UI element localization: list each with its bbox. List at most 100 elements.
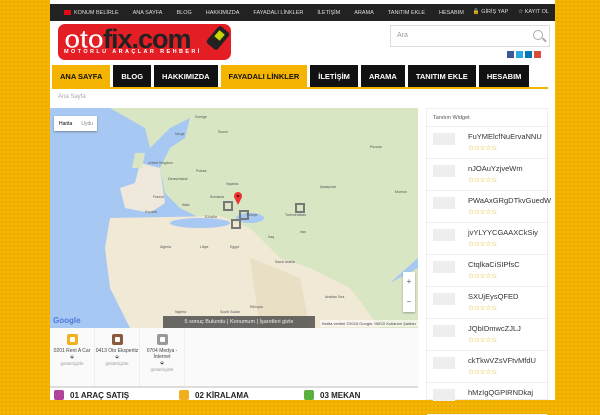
- map[interactable]: Sverige Suomi Norge United Kingdom Polsk…: [50, 108, 418, 328]
- nav-hakkimizda[interactable]: HAKKIMIZDA: [154, 65, 218, 88]
- topbar-link[interactable]: FAYADALI LİNKLER: [253, 10, 303, 16]
- map-label: Ethiopia: [250, 305, 263, 309]
- item-name[interactable]: CtqlkaCiSIPfsC: [468, 260, 520, 269]
- legend-item[interactable]: 0413 Oto Ekspertiz ⬙ göster/gizle: [95, 328, 140, 386]
- thumbnail[interactable]: [433, 293, 455, 305]
- zoom-out-button[interactable]: −: [403, 292, 415, 312]
- nav-blog[interactable]: BLOG: [113, 65, 152, 88]
- thumbnail[interactable]: [433, 229, 455, 241]
- star-rating: ☆☆☆☆☆: [468, 145, 497, 152]
- thumbnail[interactable]: [433, 133, 455, 145]
- widget-item[interactable]: FuYMElcfNuErvaNNU ☆☆☆☆☆: [427, 127, 547, 159]
- widget-item[interactable]: PWaAxGRgDTkvGuedW ☆☆☆☆☆: [427, 191, 551, 223]
- zoom-in-button[interactable]: +: [403, 272, 415, 292]
- category-kiralama[interactable]: 02 KİRALAMA: [175, 390, 300, 400]
- item-name[interactable]: jvYLYYCGAAXCkSiy: [468, 228, 538, 237]
- widget-item[interactable]: JQbIDmwcZJLJ ☆☆☆☆☆: [427, 319, 547, 351]
- map-label: Монгол: [395, 190, 407, 194]
- linkedin-icon[interactable]: [525, 51, 532, 58]
- thumbnail[interactable]: [433, 389, 455, 401]
- nav-underline: [52, 87, 548, 89]
- map-label: España: [145, 210, 157, 214]
- search-input[interactable]: Ara: [390, 25, 550, 47]
- map-type-harita[interactable]: Harita: [59, 121, 72, 127]
- map-label: Türkiye: [246, 213, 258, 217]
- map-label: Россия: [370, 145, 382, 149]
- map-label: Norge: [175, 132, 185, 136]
- facebook-icon[interactable]: [507, 51, 514, 58]
- toggle-icon[interactable]: ⬙: [50, 354, 94, 360]
- twitter-icon[interactable]: [516, 51, 523, 58]
- item-name[interactable]: hMzIgQGPIRNDkaj: [468, 388, 533, 397]
- topbar-link[interactable]: ANA SAYFA: [133, 10, 163, 16]
- thumbnail[interactable]: [433, 357, 455, 369]
- map-attribution[interactable]: Harita verileri ©2015 Google, INEGI Kull…: [319, 320, 418, 327]
- widget-item[interactable]: jvYLYYCGAAXCkSiy ☆☆☆☆☆: [427, 223, 547, 255]
- thumbnail[interactable]: [433, 325, 455, 337]
- topbar-link[interactable]: ARAMA: [354, 10, 374, 16]
- breadcrumb[interactable]: Ana Sayfa: [58, 94, 86, 100]
- map-label: France: [153, 195, 164, 199]
- map-label: United Kingdom: [148, 161, 173, 165]
- register-link[interactable]: ☆ KAYIT OL: [518, 9, 549, 15]
- search-icon[interactable]: [533, 30, 543, 40]
- item-name[interactable]: PWaAxGRgDTkvGuedW: [468, 196, 551, 205]
- thumbnail[interactable]: [433, 165, 455, 177]
- thumbnail[interactable]: [433, 197, 455, 209]
- map-legend: 0201 Rent A Car ⬙ göster/gizle 0413 Oto Ek…: [50, 328, 418, 388]
- social-links: [507, 51, 541, 58]
- star-rating: ☆☆☆☆☆: [468, 209, 497, 216]
- category-icon: [179, 390, 189, 400]
- nav-hesabim[interactable]: HESABIM: [478, 65, 530, 88]
- topbar-location[interactable]: KONUM BELİRLE: [64, 10, 119, 16]
- map-type-control: Harita Uydu: [54, 116, 97, 131]
- widget-item[interactable]: SXUjEysQFED ☆☆☆☆☆: [427, 287, 547, 319]
- legend-item[interactable]: 0201 Rent A Car ⬙ göster/gizle: [50, 328, 95, 386]
- main-nav: ANA SAYFA BLOG HAKKIMIZDA FAYADALI LİNKL…: [52, 65, 530, 88]
- top-bar: KONUM BELİRLE ANA SAYFA BLOG HAKKIMIZDA …: [50, 4, 555, 21]
- item-name[interactable]: FuYMElcfNuErvaNNU: [468, 132, 542, 141]
- nav-tanitim-ekle[interactable]: TANITIM EKLE: [407, 65, 476, 88]
- nav-arama[interactable]: ARAMA: [360, 65, 405, 88]
- star-rating: ☆☆☆☆☆: [468, 401, 497, 408]
- topbar-link[interactable]: BLOG: [176, 10, 191, 16]
- results-bar[interactable]: 5 sonuç Bulundu | Konumum | İşaretleri g…: [163, 316, 315, 328]
- nav-iletisim[interactable]: İLETİŞİM: [310, 65, 358, 88]
- nav-ana-sayfa[interactable]: ANA SAYFA: [52, 65, 111, 88]
- item-name[interactable]: nJOAuYzjveWm: [468, 164, 523, 173]
- map-label: Iraq: [268, 235, 274, 239]
- item-name[interactable]: SXUjEysQFED: [468, 292, 518, 301]
- star-rating: ☆☆☆☆☆: [468, 241, 497, 248]
- login-link[interactable]: 🔒 GİRİŞ YAP: [473, 9, 508, 15]
- map-canvas: Sverige Suomi Norge United Kingdom Polsk…: [105, 108, 418, 328]
- widget-item[interactable]: hMzIgQGPIRNDkaj ☆☆☆☆☆: [427, 383, 547, 415]
- google-plus-icon[interactable]: [534, 51, 541, 58]
- map-label: Қазақстан: [320, 185, 336, 189]
- site-logo[interactable]: otofix.com MOTORLU ARAÇLAR REHBERİ: [58, 24, 231, 60]
- category-mekan[interactable]: 03 MEKAN: [300, 390, 425, 400]
- topbar-link[interactable]: HESABIM: [439, 10, 464, 16]
- item-name[interactable]: ckTkwVZsVFtvMfdU: [468, 356, 536, 365]
- widget-title: Tanıtım Widget: [427, 109, 547, 127]
- legend-item[interactable]: 0704 Medya - İnternet ⬙ göster/gizle: [140, 328, 185, 386]
- widget-item[interactable]: ckTkwVZsVFtvMfdU ☆☆☆☆☆: [427, 351, 547, 383]
- nav-fayadali-linkler[interactable]: FAYADALI LİNKLER: [220, 65, 308, 88]
- thumbnail[interactable]: [433, 261, 455, 273]
- marker-icon: [66, 334, 78, 345]
- star-rating: ☆☆☆☆☆: [468, 177, 497, 184]
- topbar-link[interactable]: TANITIM EKLE: [388, 10, 425, 16]
- map-label: Turkmenistan: [285, 213, 306, 217]
- map-label: Iran: [300, 230, 306, 234]
- map-type-uydu[interactable]: Uydu: [81, 121, 93, 127]
- widget-item[interactable]: nJOAuYzjveWm ☆☆☆☆☆: [427, 159, 547, 191]
- map-label: Deutschland: [168, 177, 188, 181]
- topbar-link[interactable]: HAKKIMIZDA: [206, 10, 240, 16]
- item-name[interactable]: JQbIDmwcZJLJ: [468, 324, 521, 333]
- category-arac-satis[interactable]: 01 ARAÇ SATIŞ: [50, 390, 175, 400]
- widget-item[interactable]: CtqlkaCiSIPfsC ☆☆☆☆☆: [427, 255, 547, 287]
- map-label: România: [210, 195, 224, 199]
- topbar-link[interactable]: İLETİŞİM: [317, 10, 340, 16]
- map-label: Україна: [226, 182, 238, 186]
- toggle-icon[interactable]: ⬙: [140, 360, 184, 366]
- toggle-icon[interactable]: ⬙: [95, 354, 139, 360]
